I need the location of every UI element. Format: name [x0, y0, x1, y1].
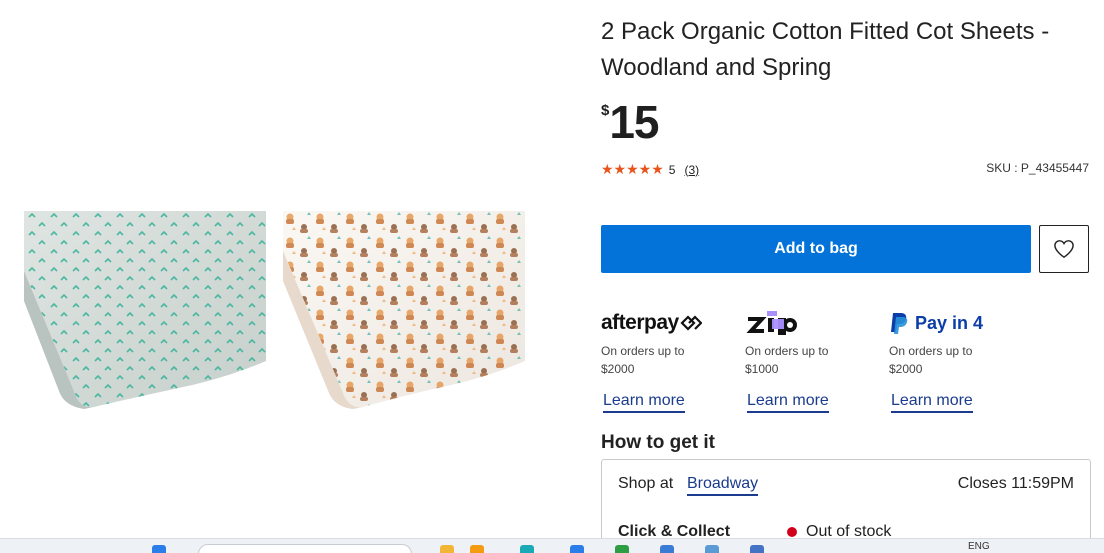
- heart-icon: [1054, 240, 1074, 259]
- product-image-woodland[interactable]: [24, 211, 266, 409]
- afterpay-limit: $2000: [601, 362, 635, 376]
- zip-description: On orders up to $1000: [745, 342, 885, 378]
- product-gallery: [0, 0, 580, 530]
- payment-option-zip: zip On orders up to $1000 Learn more: [745, 308, 885, 413]
- afterpay-desc-line1: On orders up to: [601, 344, 685, 358]
- paypal-description: On orders up to $2000: [889, 342, 1029, 378]
- rating-value: 5: [668, 162, 676, 177]
- zip-logo-icon: [746, 311, 797, 335]
- shop-at-label: Shop at: [618, 475, 674, 492]
- afterpay-description: On orders up to $2000: [601, 342, 741, 378]
- afterpay-arrows-icon: [680, 315, 702, 331]
- zip-desc-line1: On orders up to: [745, 344, 829, 358]
- product-image-spring[interactable]: [283, 211, 525, 409]
- zip-learn-more-link[interactable]: Learn more: [747, 392, 829, 413]
- store-closing-time: Closes 11:59PM: [957, 475, 1074, 492]
- wishlist-button[interactable]: [1039, 225, 1089, 273]
- paypal-logo: Pay in 4: [889, 308, 1029, 338]
- product-sku: SKU : P_43455447: [986, 161, 1089, 175]
- product-rating: ★★★★★ 5 (3): [601, 161, 699, 178]
- payment-option-afterpay: afterpay On orders up to $2000 Learn mor…: [601, 308, 741, 413]
- payment-option-paypal: Pay in 4 On orders up to $2000 Learn mor…: [889, 308, 1029, 413]
- paypal-limit: $2000: [889, 362, 923, 376]
- paypal-learn-more-link[interactable]: Learn more: [891, 392, 973, 413]
- afterpay-logo-text: afterpay: [601, 311, 679, 334]
- zip-logo: zip: [745, 308, 885, 338]
- language-indicator[interactable]: ENG: [968, 541, 990, 552]
- paypal-icon: [891, 313, 908, 334]
- how-to-get-it-heading: How to get it: [601, 432, 715, 453]
- paypal-logo-text: Pay in 4: [915, 312, 984, 333]
- price-amount: 15: [609, 96, 659, 148]
- afterpay-logo: afterpay: [601, 308, 741, 338]
- paypal-desc-line1: On orders up to: [889, 344, 973, 358]
- price-currency: $: [601, 102, 610, 119]
- review-count-link[interactable]: (3): [684, 163, 699, 177]
- add-to-bag-button[interactable]: Add to bag: [601, 225, 1031, 273]
- rating-stars-icon: ★★★★★: [601, 161, 664, 177]
- os-taskbar: ENG: [0, 538, 1104, 553]
- out-of-stock-dot-icon: [787, 527, 797, 537]
- product-title: 2 Pack Organic Cotton Fitted Cot Sheets …: [601, 18, 1050, 81]
- zip-limit: $1000: [745, 362, 779, 376]
- afterpay-learn-more-link[interactable]: Learn more: [603, 392, 685, 413]
- store-selector-link[interactable]: Broadway: [687, 475, 759, 496]
- product-price: $ 15: [601, 96, 660, 148]
